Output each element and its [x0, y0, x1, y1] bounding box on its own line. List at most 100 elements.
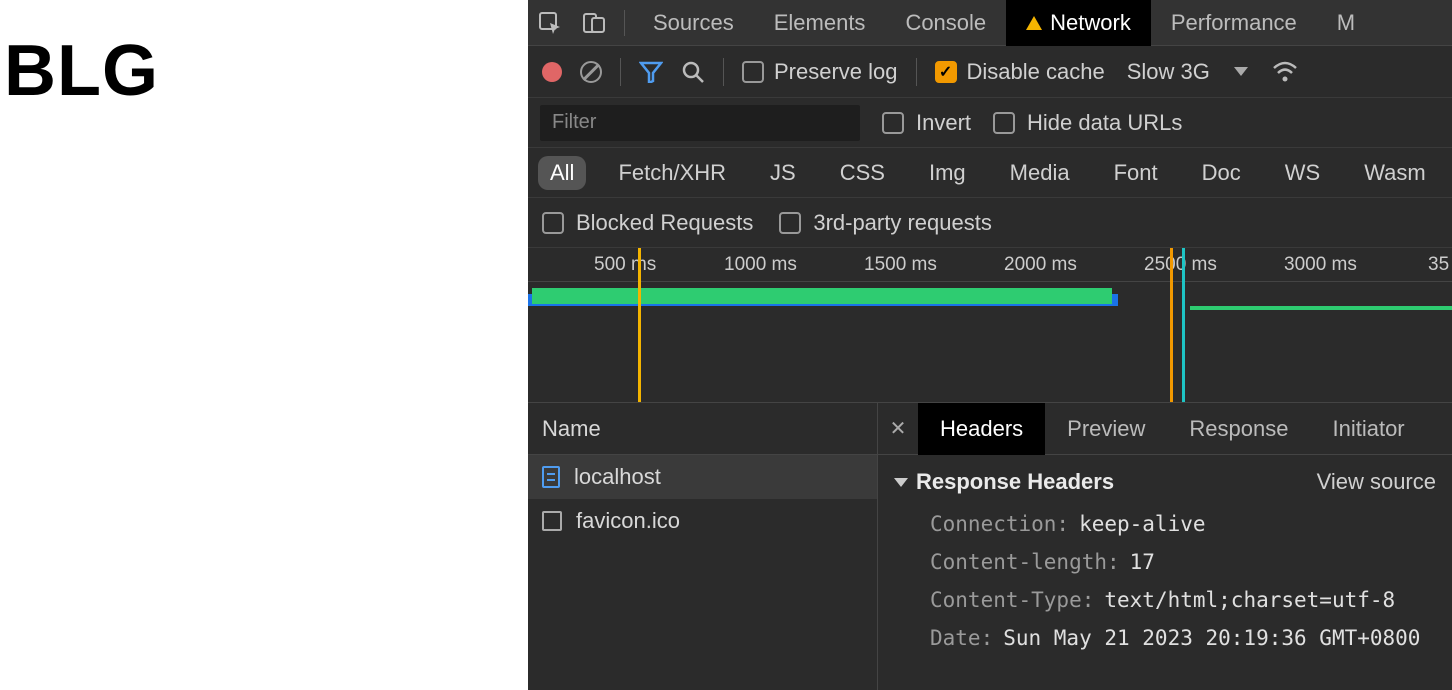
chevron-down-icon	[1234, 67, 1248, 76]
split-view: Name localhost favicon.ico ✕ Headers Pre…	[528, 403, 1452, 690]
header-value: text/html;charset=utf-8	[1104, 588, 1395, 612]
chevron-down-icon	[894, 478, 908, 487]
invert-label: Invert	[916, 110, 971, 136]
tick: 500 ms	[594, 254, 656, 276]
divider	[624, 10, 625, 36]
header-row: Content-length: 17	[894, 543, 1436, 581]
dcl-marker	[638, 248, 641, 402]
document-icon	[542, 466, 560, 488]
hide-data-urls-checkbox[interactable]: Hide data URLs	[993, 110, 1182, 136]
throttling-select[interactable]: Slow 3G	[1127, 59, 1248, 85]
response-headers-section[interactable]: Response Headers View source	[894, 465, 1436, 505]
type-all[interactable]: All	[538, 156, 586, 190]
request-row[interactable]: localhost	[528, 455, 877, 499]
view-source-link[interactable]: View source	[1317, 469, 1436, 495]
thirdparty-label: 3rd-party requests	[813, 210, 992, 236]
disable-cache-label: Disable cache	[967, 59, 1105, 85]
tab-headers[interactable]: Headers	[918, 403, 1045, 455]
type-js[interactable]: JS	[758, 156, 808, 190]
tab-sources[interactable]: Sources	[633, 0, 754, 46]
type-img[interactable]: Img	[917, 156, 978, 190]
timeline-bar	[1190, 306, 1452, 310]
request-list: Name localhost favicon.ico	[528, 403, 878, 690]
invert-checkbox[interactable]: Invert	[882, 110, 971, 136]
clear-button[interactable]	[580, 61, 602, 83]
extra-filters: Blocked Requests 3rd-party requests	[528, 198, 1452, 248]
network-conditions-icon[interactable]	[1272, 61, 1298, 83]
timeline-overview[interactable]: 500 ms 1000 ms 1500 ms 2000 ms 2500 ms 3…	[528, 248, 1452, 403]
tab-more[interactable]: M	[1317, 0, 1375, 46]
type-doc[interactable]: Doc	[1190, 156, 1253, 190]
tab-console[interactable]: Console	[885, 0, 1006, 46]
blocked-label: Blocked Requests	[576, 210, 753, 236]
tab-elements[interactable]: Elements	[754, 0, 886, 46]
request-row[interactable]: favicon.ico	[528, 499, 877, 543]
tick: 2500 ms	[1144, 254, 1217, 276]
filter-bar: Invert Hide data URLs	[528, 98, 1452, 148]
load-marker	[1170, 248, 1173, 402]
header-key: Content-length:	[930, 550, 1120, 574]
request-name: localhost	[574, 464, 661, 490]
header-key: Date:	[930, 626, 993, 650]
type-css[interactable]: CSS	[828, 156, 897, 190]
tick: 1000 ms	[724, 254, 797, 276]
disable-cache-checkbox[interactable]: Disable cache	[935, 59, 1105, 85]
header-key: Content-Type:	[930, 588, 1094, 612]
tab-performance[interactable]: Performance	[1151, 0, 1317, 46]
search-icon[interactable]	[681, 60, 705, 84]
thirdparty-requests-checkbox[interactable]: 3rd-party requests	[779, 210, 992, 236]
image-icon	[542, 511, 562, 531]
devtools-tabbar: Sources Elements Console Network Perform…	[528, 0, 1452, 46]
detail-tabs: ✕ Headers Preview Response Initiator	[878, 403, 1452, 455]
filter-toggle-icon[interactable]	[639, 61, 663, 83]
header-row: Connection: keep-alive	[894, 505, 1436, 543]
header-key: Connection:	[930, 512, 1069, 536]
header-row: Date: Sun May 21 2023 20:19:36 GMT+0800	[894, 619, 1436, 657]
close-detail-button[interactable]: ✕	[878, 416, 918, 441]
headers-pane: Response Headers View source Connection:…	[878, 455, 1452, 690]
tab-network[interactable]: Network	[1006, 0, 1151, 46]
timeline-ruler: 500 ms 1000 ms 1500 ms 2000 ms 2500 ms 3…	[528, 248, 1452, 282]
request-detail: ✕ Headers Preview Response Initiator Res…	[878, 403, 1452, 690]
preserve-log-label: Preserve log	[774, 59, 898, 85]
network-toolbar: Preserve log Disable cache Slow 3G	[528, 46, 1452, 98]
tick: 1500 ms	[864, 254, 937, 276]
page-heading: BLG	[4, 30, 528, 112]
type-media[interactable]: Media	[998, 156, 1082, 190]
filter-input[interactable]	[540, 105, 860, 141]
type-ws[interactable]: WS	[1273, 156, 1332, 190]
warning-icon	[1026, 16, 1042, 30]
tab-response[interactable]: Response	[1167, 403, 1310, 455]
divider	[620, 58, 621, 86]
rendered-page: BLG	[0, 0, 528, 690]
record-button[interactable]	[542, 62, 562, 82]
divider	[723, 58, 724, 86]
timeline-bar	[532, 288, 1112, 304]
resource-type-filters: All Fetch/XHR JS CSS Img Media Font Doc …	[528, 148, 1452, 198]
header-value: 17	[1130, 550, 1155, 574]
type-fetchxhr[interactable]: Fetch/XHR	[606, 156, 738, 190]
tick: 3000 ms	[1284, 254, 1357, 276]
hide-data-urls-label: Hide data URLs	[1027, 110, 1182, 136]
throttling-value: Slow 3G	[1127, 59, 1210, 85]
divider	[916, 58, 917, 86]
type-wasm[interactable]: Wasm	[1352, 156, 1438, 190]
header-value: keep-alive	[1079, 512, 1205, 536]
header-row: Content-Type: text/html;charset=utf-8	[894, 581, 1436, 619]
tick: 35	[1428, 254, 1449, 276]
inspect-element-icon[interactable]	[528, 0, 572, 46]
tab-preview[interactable]: Preview	[1045, 403, 1167, 455]
devtools-panel: Sources Elements Console Network Perform…	[528, 0, 1452, 690]
section-title: Response Headers	[916, 469, 1114, 495]
tick: 2000 ms	[1004, 254, 1077, 276]
device-toggle-icon[interactable]	[572, 0, 616, 46]
header-value: Sun May 21 2023 20:19:36 GMT+0800	[1003, 626, 1420, 650]
request-name: favicon.ico	[576, 508, 680, 534]
tab-network-label: Network	[1050, 10, 1131, 36]
column-name[interactable]: Name	[528, 403, 877, 455]
type-font[interactable]: Font	[1102, 156, 1170, 190]
preserve-log-checkbox[interactable]: Preserve log	[742, 59, 898, 85]
blocked-requests-checkbox[interactable]: Blocked Requests	[542, 210, 753, 236]
load-marker	[1182, 248, 1185, 402]
tab-initiator[interactable]: Initiator	[1310, 403, 1426, 455]
